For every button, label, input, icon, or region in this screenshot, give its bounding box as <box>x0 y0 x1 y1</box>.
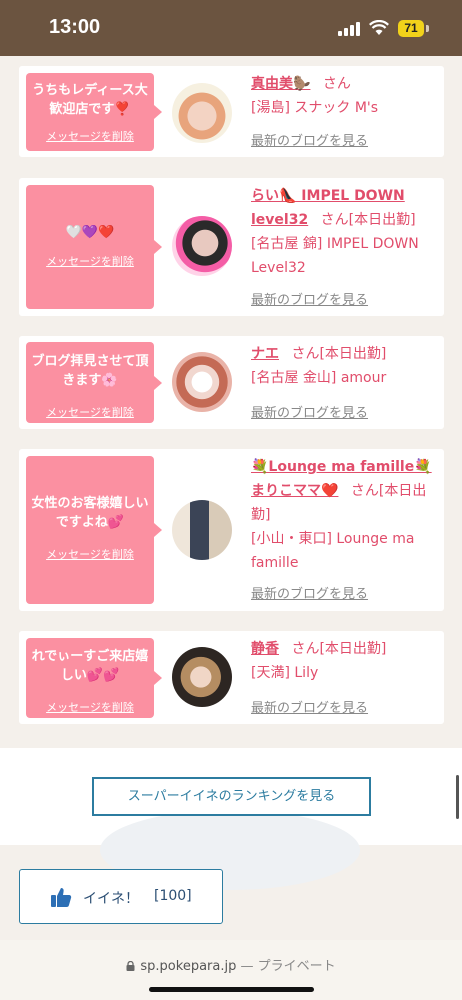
browser-url-bar[interactable]: sp.pokepara.jp — プライベート <box>0 940 462 1000</box>
like-count: [100] <box>154 888 192 904</box>
shop-text: [名古屋 錦] IMPEL DOWN Level32 <box>251 236 419 276</box>
avatar[interactable] <box>172 216 232 276</box>
girl-name-link[interactable]: 静香 <box>251 641 279 657</box>
girl-card: れでぃーすご来店嬉しい💕💕 メッセージを削除 静香 さん[本日出勤] [天満] … <box>19 631 444 724</box>
status-bar: 13:00 71 <box>0 0 462 56</box>
url-suffix: — プライベート <box>236 959 336 974</box>
honorific: さん <box>291 641 320 657</box>
girl-card: うちもレディース大歓迎店です❣️ メッセージを削除 真由美🦫 さん [湯島] ス… <box>19 66 444 157</box>
attendance-status: [本日出勤] <box>348 212 416 228</box>
avatar[interactable] <box>172 83 232 143</box>
like-button[interactable]: イイネ！ [100] <box>19 869 223 924</box>
honorific: さん <box>322 76 351 92</box>
latest-blog-link[interactable]: 最新のブログを見る <box>251 583 368 602</box>
shop-text: [湯島] スナック M's <box>251 100 379 116</box>
message-bubble: うちもレディース大歓迎店です❣️ メッセージを削除 <box>26 73 162 151</box>
girl-name-link[interactable]: ナエ <box>251 346 279 362</box>
girl-card: 🤍💜❤️ メッセージを削除 らい👠 IMPEL DOWN level32 さん[… <box>19 178 444 316</box>
card-info: 💐Lounge ma famille💐まりこママ❤️ さん[本日出勤] [小山・… <box>251 455 437 575</box>
honorific: さん <box>320 212 349 228</box>
message-bubble: れでぃーすご来店嬉しい💕💕 メッセージを削除 <box>26 638 162 718</box>
super-like-ranking-button[interactable]: スーパーイイネのランキングを見る <box>92 777 371 816</box>
shop-text: [名古屋 金山] amour <box>251 370 387 386</box>
shop-text: [天満] Lily <box>251 665 319 681</box>
message-bubble: 女性のお客様嬉しいですよね💕 メッセージを削除 <box>26 456 162 604</box>
latest-blog-link[interactable]: 最新のブログを見る <box>251 130 368 149</box>
thumbs-up-icon <box>51 888 72 907</box>
girl-card: 女性のお客様嬉しいですよね💕 メッセージを削除 💐Lounge ma famil… <box>19 449 444 611</box>
shop-text: [小山・東口] Lounge ma famille <box>251 531 415 571</box>
card-info: 真由美🦫 さん [湯島] スナック M's <box>251 72 437 120</box>
message-text: れでぃーすご来店嬉しい💕💕 <box>31 649 149 683</box>
battery-icon: 71 <box>398 20 424 37</box>
message-text: ブログ拝見させて頂きます🌸 <box>31 354 149 388</box>
girl-name-link[interactable]: 真由美🦫 <box>251 76 310 92</box>
home-indicator[interactable] <box>149 987 314 992</box>
status-time: 13:00 <box>49 16 101 38</box>
latest-blog-link[interactable]: 最新のブログを見る <box>251 402 368 421</box>
message-text: 女性のお客様嬉しいですよね💕 <box>31 496 149 530</box>
girl-card: ブログ拝見させて頂きます🌸 メッセージを削除 ナエ さん[本日出勤] [名古屋 … <box>19 336 444 429</box>
avatar[interactable] <box>172 500 232 560</box>
card-info: 静香 さん[本日出勤] [天満] Lily <box>251 637 437 685</box>
delete-message-link[interactable]: メッセージを削除 <box>26 546 154 562</box>
lock-icon <box>126 961 135 971</box>
like-label: イイネ！ <box>83 891 139 907</box>
delete-message-link[interactable]: メッセージを削除 <box>26 404 154 420</box>
message-bubble: ブログ拝見させて頂きます🌸 メッセージを削除 <box>26 342 162 423</box>
battery-tip <box>426 25 429 32</box>
scrollbar[interactable] <box>456 775 459 819</box>
message-bubble: 🤍💜❤️ メッセージを削除 <box>26 185 162 309</box>
delete-message-link[interactable]: メッセージを削除 <box>26 253 154 269</box>
latest-blog-link[interactable]: 最新のブログを見る <box>251 697 368 716</box>
honorific: さん <box>291 346 320 362</box>
honorific: さん <box>350 483 379 499</box>
delete-message-link[interactable]: メッセージを削除 <box>26 128 154 144</box>
cellular-signal-icon <box>338 22 362 36</box>
card-info: ナエ さん[本日出勤] [名古屋 金山] amour <box>251 342 437 390</box>
delete-message-link[interactable]: メッセージを削除 <box>26 699 154 715</box>
latest-blog-link[interactable]: 最新のブログを見る <box>251 289 368 308</box>
avatar[interactable] <box>172 352 232 412</box>
card-info: らい👠 IMPEL DOWN level32 さん[本日出勤] [名古屋 錦] … <box>251 184 437 280</box>
message-text: うちもレディース大歓迎店です❣️ <box>32 83 148 117</box>
attendance-status: [本日出勤] <box>319 346 387 362</box>
url-display: sp.pokepara.jp — プライベート <box>0 955 462 974</box>
message-text: 🤍💜❤️ <box>65 225 115 240</box>
attendance-status: [本日出勤] <box>319 641 387 657</box>
url-domain: sp.pokepara.jp <box>140 959 237 974</box>
wifi-icon <box>369 20 389 35</box>
avatar[interactable] <box>172 647 232 707</box>
